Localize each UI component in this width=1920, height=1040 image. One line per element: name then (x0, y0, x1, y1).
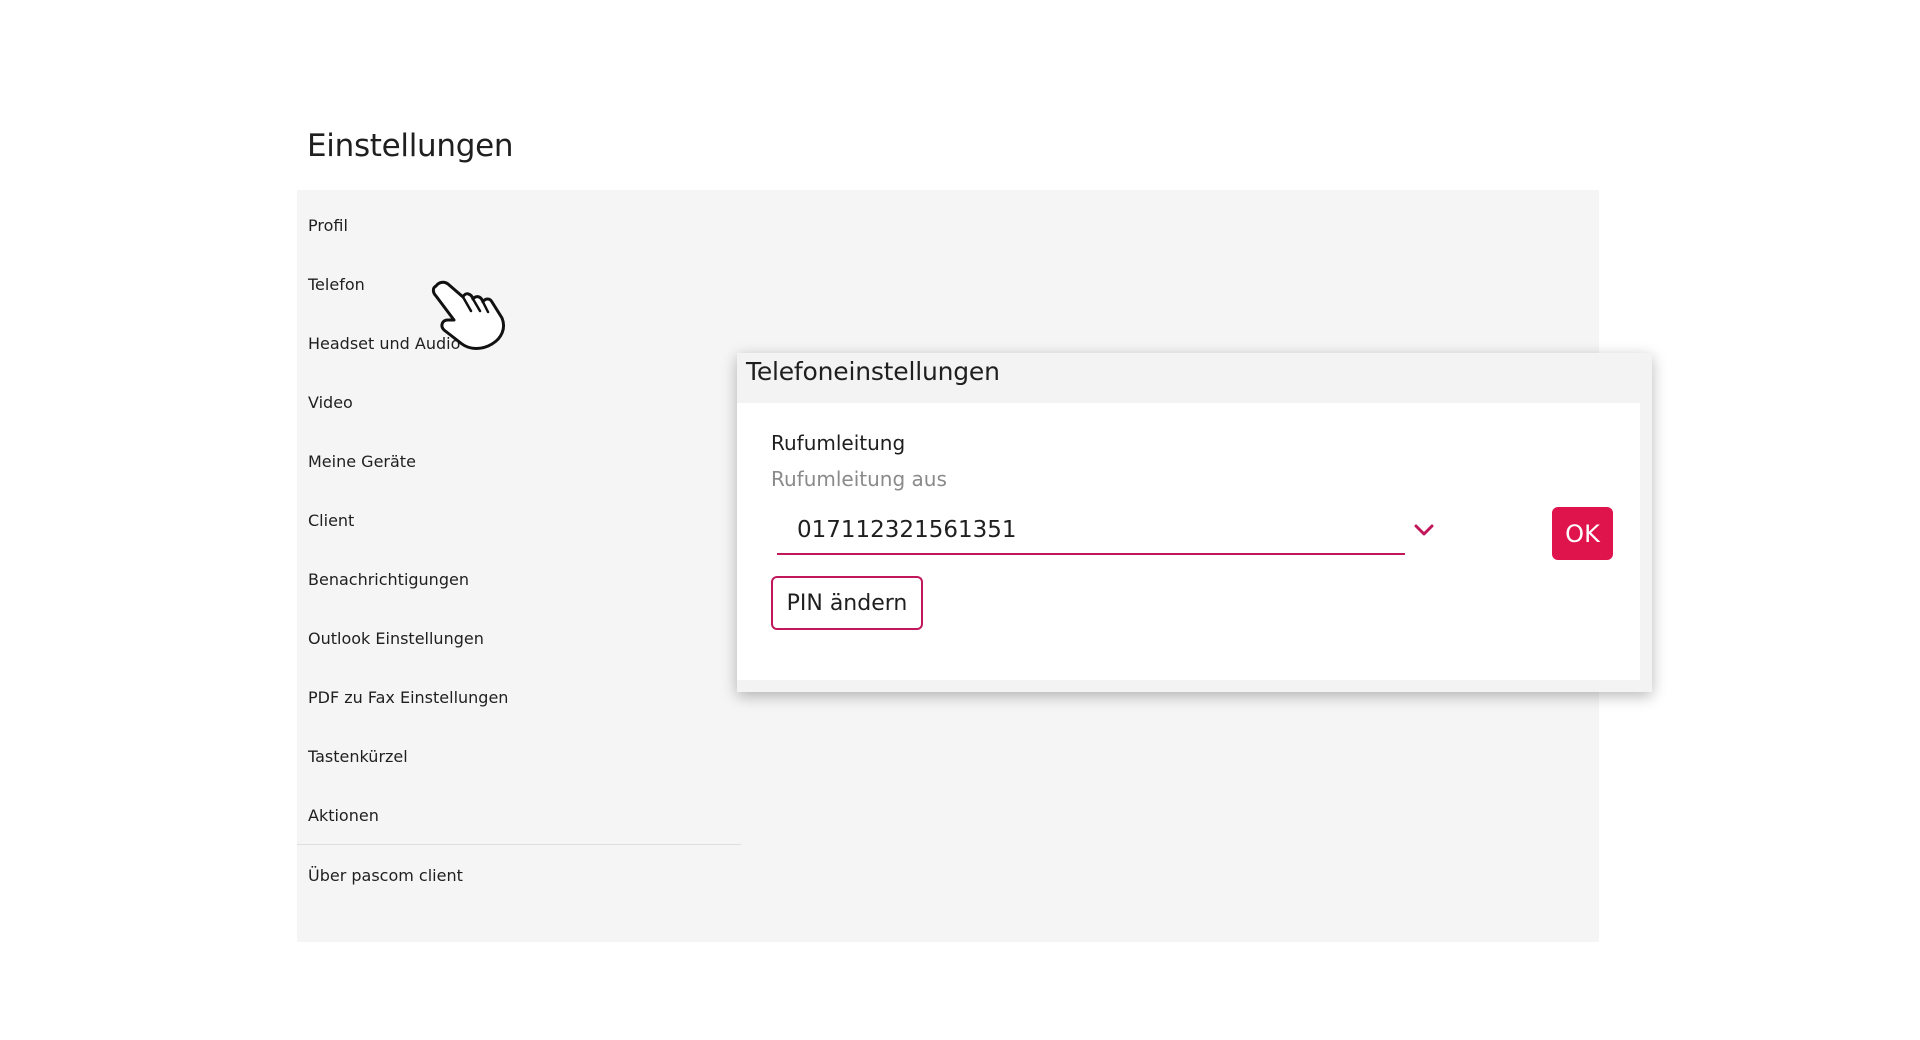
sidebar-item-headset-audio[interactable]: Headset und Audio (308, 334, 460, 354)
chevron-down-icon[interactable] (1411, 517, 1437, 543)
sidebar-divider (297, 844, 741, 845)
sidebar-item-profil[interactable]: Profil (308, 216, 348, 236)
sidebar-item-meine-geraete[interactable]: Meine Geräte (308, 452, 416, 472)
page-title: Einstellungen (307, 128, 514, 164)
sidebar-item-pdf-fax-einstellungen[interactable]: PDF zu Fax Einstellungen (308, 688, 508, 708)
sidebar-item-aktionen[interactable]: Aktionen (308, 806, 379, 826)
sidebar-item-ueber-pascom[interactable]: Über pascom client (308, 866, 463, 886)
change-pin-button[interactable]: PIN ändern (771, 576, 923, 630)
phone-settings-dialog: Telefoneinstellungen Rufumleitung Rufuml… (737, 353, 1652, 692)
sidebar-item-telefon[interactable]: Telefon (308, 275, 365, 295)
ok-button[interactable]: OK (1552, 507, 1613, 560)
settings-sidebar: Profil Telefon Headset und Audio Video M… (297, 190, 741, 942)
sidebar-item-outlook-einstellungen[interactable]: Outlook Einstellungen (308, 629, 484, 649)
sidebar-item-video[interactable]: Video (308, 393, 353, 413)
sidebar-item-tastenkuerzel[interactable]: Tastenkürzel (308, 747, 408, 767)
call-forwarding-label: Rufumleitung (771, 431, 906, 455)
dialog-title: Telefoneinstellungen (746, 357, 1000, 386)
forwarding-number-input[interactable] (777, 507, 1405, 555)
sidebar-item-client[interactable]: Client (308, 511, 354, 531)
call-forwarding-status: Rufumleitung aus (771, 467, 947, 491)
dialog-body: Rufumleitung Rufumleitung aus OK PIN änd… (737, 403, 1640, 680)
sidebar-item-benachrichtigungen[interactable]: Benachrichtigungen (308, 570, 469, 590)
